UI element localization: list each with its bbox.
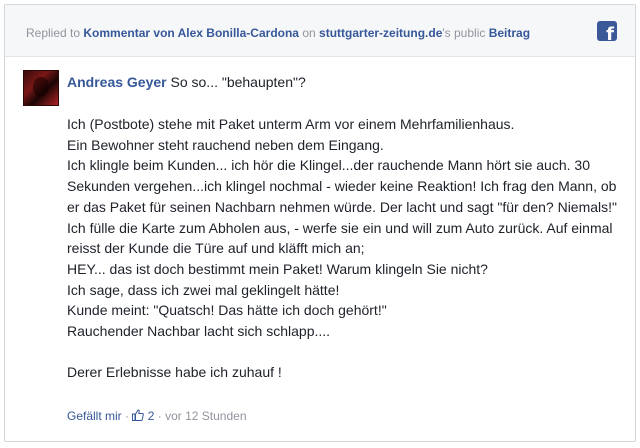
replied-to-text: Replied to (26, 26, 81, 40)
site-link[interactable]: stuttgarter-zeitung.de (319, 26, 442, 40)
comment-card: Replied to Kommentar von Alex Bonilla-Ca… (4, 4, 636, 442)
post-link[interactable]: Beitrag (489, 26, 530, 40)
comment-line: Ich klingle beim Kunden... ich hör die K… (67, 157, 618, 215)
comment-line: Derer Erlebnisse habe ich zuhauf ! (67, 364, 282, 381)
facebook-icon[interactable]: f (597, 21, 617, 41)
comment-line: Rauchender Nachbar lacht sich schlapp...… (67, 323, 331, 340)
comment-line: Ich (Postbote) stehe mit Paket unterm Ar… (67, 116, 515, 132)
parent-comment-link[interactable]: Kommentar von Alex Bonilla-Cardona (83, 26, 299, 40)
separator: · (125, 409, 130, 423)
author-name-link[interactable]: Andreas Geyer (67, 74, 167, 90)
comment-line: Ich fülle die Karte zum Abholen aus, - w… (67, 219, 613, 257)
comment-intro: So so... "behaupten"? (170, 74, 306, 90)
reply-context: Replied to Kommentar von Alex Bonilla-Ca… (26, 26, 530, 40)
like-count[interactable]: 2 (148, 409, 155, 423)
thumbs-up-icon[interactable] (132, 409, 145, 421)
comment-line: Kunde meint: "Quatsch! Das hätte ich doc… (67, 302, 387, 319)
reply-header: Replied to Kommentar von Alex Bonilla-Ca… (5, 5, 635, 57)
comment-line: Ich sage, dass ich zwei mal geklingelt h… (67, 281, 340, 298)
avatar[interactable] (23, 70, 59, 106)
public-text: 's public (442, 26, 486, 40)
like-button[interactable]: Gefällt mir (67, 409, 122, 423)
on-text: on (302, 26, 316, 40)
comment-line: HEY... das ist doch bestimmt mein Paket!… (67, 260, 488, 277)
separator: · (157, 409, 162, 423)
comment-body: Ich (Postbote) stehe mit Paket unterm Ar… (67, 114, 619, 383)
comment-actions: Gefällt mir · 2 · vor 12 Stunden (67, 409, 247, 423)
comment-heading: Andreas Geyer So so... "behaupten"? (67, 74, 306, 90)
timestamp[interactable]: vor 12 Stunden (165, 409, 246, 423)
comment-line: Ein Bewohner steht rauchend neben dem Ei… (67, 136, 384, 153)
